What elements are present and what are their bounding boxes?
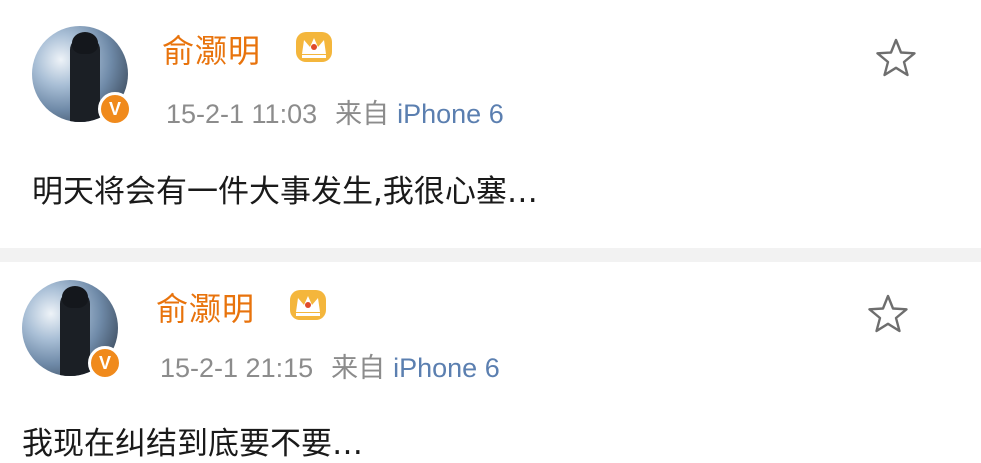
post-meta: 15-2-1 11:03 来自 iPhone 6 [166,92,504,131]
avatar-head [62,286,88,308]
source-device[interactable]: iPhone 6 [393,353,500,383]
post-card: V 俞灏明 15-2-1 21:15 来自 iPhone 6 我现在纠结到底要不要… [0,262,981,463]
post-meta: 15-2-1 21:15 来自 iPhone 6 [160,346,500,385]
star-icon[interactable] [874,36,918,80]
weibo-feed: V 俞灏明 15-2-1 11:03 来自 iPhone 6 明天将会有一件大事发生… [0,0,981,463]
crown-icon [290,290,326,320]
source-label: 来自 [331,353,386,383]
crown-icon [296,32,332,62]
star-icon[interactable] [866,292,910,336]
post-text: 我现在纠结到底要不要… [22,426,363,462]
post-text: 明天将会有一件大事发生,我很心塞… [32,174,538,210]
verified-v-icon: V [98,92,132,126]
username[interactable]: 俞灏明 [162,26,261,72]
post-card: V 俞灏明 15-2-1 11:03 来自 iPhone 6 明天将会有一件大事发生… [0,0,981,248]
source-device[interactable]: iPhone 6 [397,99,504,129]
source-label: 来自 [335,99,390,129]
verified-v-icon: V [88,346,122,380]
post-date: 15-2-1 11:03 [166,99,318,129]
post-date: 15-2-1 21:15 [160,353,314,383]
avatar-head [72,32,98,54]
username[interactable]: 俞灏明 [156,284,255,330]
